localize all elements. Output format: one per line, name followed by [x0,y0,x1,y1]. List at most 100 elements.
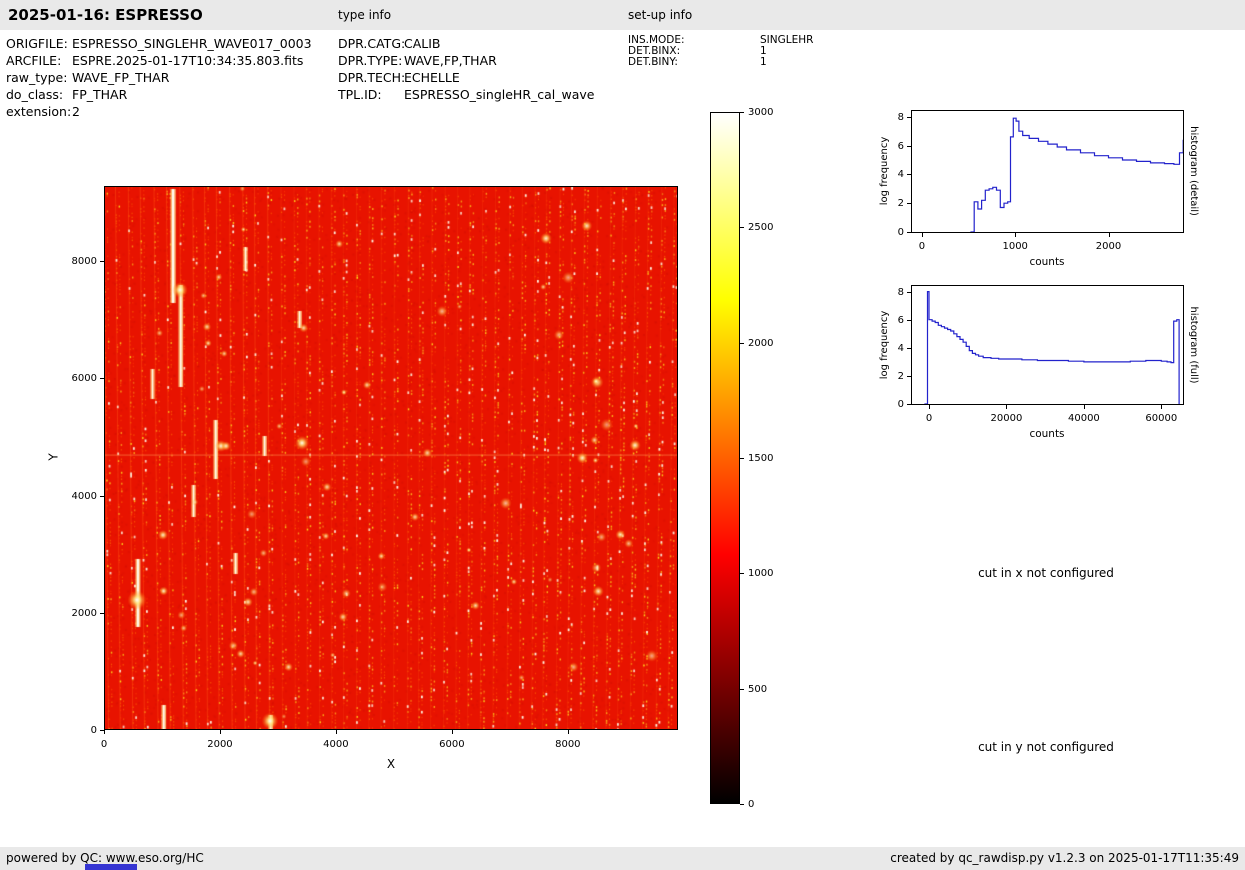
tick-label: 0 [748,798,788,811]
meta-row-extension: extension: 2 [6,103,312,120]
tick-mark [929,405,930,409]
tick-label: 0 [874,398,904,411]
raw-frame-plot [104,186,678,730]
tick-mark [907,174,911,175]
tick-mark [907,146,911,147]
tick-mark [907,117,911,118]
tick-label: 40000 [1056,412,1112,425]
tick-label: 8000 [57,255,97,268]
tick-label: 60000 [1133,412,1189,425]
histogram-line [912,286,1183,404]
raw-frame-canvas [105,187,677,729]
tick-mark [907,320,911,321]
tick-label: 8 [874,111,904,124]
tick-mark [104,730,105,734]
meta-value: ESPRESSO_SINGLEHR_WAVE017_0003 [72,35,312,52]
tick-mark [1084,405,1085,409]
meta-row-dprcatg: DPR.CATG: CALIB [338,35,594,52]
tick-label: 8 [874,286,904,299]
tick-label: 2 [874,370,904,383]
histogram-line [912,111,1183,232]
tick-mark [907,376,911,377]
tick-label: 4 [874,342,904,355]
tick-label: 2000 [1081,240,1137,253]
setup-info-heading: set-up info [628,0,692,30]
tick-mark [568,730,569,734]
meta-row-origfile: ORIGFILE: ESPRESSO_SINGLEHR_WAVE017_0003 [6,35,312,52]
footer-qc-link[interactable]: www.eso.org/HC [106,851,204,865]
histogram-full-title: histogram (full) [1185,275,1199,415]
qc-report-page: 2025-01-16: ESPRESSO type info set-up in… [0,0,1245,870]
tick-mark [100,496,104,497]
meta-row-doclass: do_class: FP_THAR [6,86,312,103]
tick-label: 500 [748,683,788,696]
tick-mark [740,343,744,344]
tick-mark [907,292,911,293]
cut-y-note: cut in y not configured [946,740,1146,754]
meta-label: TPL.ID: [338,86,404,103]
tick-label: 4000 [57,490,97,503]
tick-mark [1006,405,1007,409]
footer-powered-by-text: powered by QC: [6,851,106,865]
meta-label: DPR.TYPE: [338,52,404,69]
colorbar [710,112,740,804]
meta-label: extension: [6,103,72,120]
page-title: 2025-01-16: ESPRESSO [8,0,203,30]
meta-label: DPR.TECH: [338,69,404,86]
tick-mark [740,573,744,574]
meta-label: DPR.CATG: [338,35,404,52]
type-info-heading: type info [338,0,391,30]
tick-mark [100,730,104,731]
tick-label: 2000 [748,337,788,350]
meta-label: raw_type: [6,69,72,86]
tick-label: 0 [901,412,957,425]
tick-mark [336,730,337,734]
tick-label: 0 [82,738,126,751]
meta-value: 2 [72,103,80,120]
tick-label: 6 [874,314,904,327]
tick-label: 4 [874,168,904,181]
tick-label: 6 [874,140,904,153]
tick-mark [220,730,221,734]
meta-row-rawtype: raw_type: WAVE_FP_THAR [6,69,312,86]
tick-label: 6000 [57,372,97,385]
tick-label: 2000 [57,607,97,620]
meta-label: ARCFILE: [6,52,72,69]
tick-mark [100,261,104,262]
meta-value: FP_THAR [72,86,127,103]
main-image-xlabel: X [371,757,411,771]
histogram-detail-title: histogram (detail) [1185,101,1199,241]
setup-info-block: INS.MODE: SINGLEHR DET.BINX: 1 DET.BINY:… [628,35,813,68]
tick-mark [100,378,104,379]
tick-mark [1109,233,1110,237]
meta-value: ESPRESSO_singleHR_cal_wave [404,86,594,103]
tick-label: 2500 [748,221,788,234]
tick-mark [922,233,923,237]
meta-label: ORIGFILE: [6,35,72,52]
tick-label: 20000 [978,412,1034,425]
tick-label: 2000 [198,738,242,751]
tick-label: 0 [894,240,950,253]
tick-label: 4000 [314,738,358,751]
tick-mark [740,804,744,805]
meta-value: ESPRE.2025-01-17T10:34:35.803.fits [72,52,303,69]
tick-mark [907,348,911,349]
tick-label: 0 [874,226,904,239]
histogram-detail-xlabel: counts [1007,256,1087,268]
tick-label: 1500 [748,452,788,465]
meta-value: WAVE_FP_THAR [72,69,169,86]
tick-mark [100,613,104,614]
footer-link-underline [85,864,137,870]
tick-mark [907,232,911,233]
meta-value: ECHELLE [404,69,460,86]
tick-label: 8000 [546,738,590,751]
tick-mark [907,404,911,405]
cut-x-note: cut in x not configured [946,566,1146,580]
meta-row-detbiny: DET.BINY: 1 [628,57,813,68]
tick-mark [1161,405,1162,409]
tick-mark [740,689,744,690]
histogram-full-xlabel: counts [1007,428,1087,440]
meta-label: do_class: [6,86,72,103]
file-info-block: ORIGFILE: ESPRESSO_SINGLEHR_WAVE017_0003… [6,35,312,120]
footer-created-by: created by qc_rawdisp.py v1.2.3 on 2025-… [890,847,1239,870]
